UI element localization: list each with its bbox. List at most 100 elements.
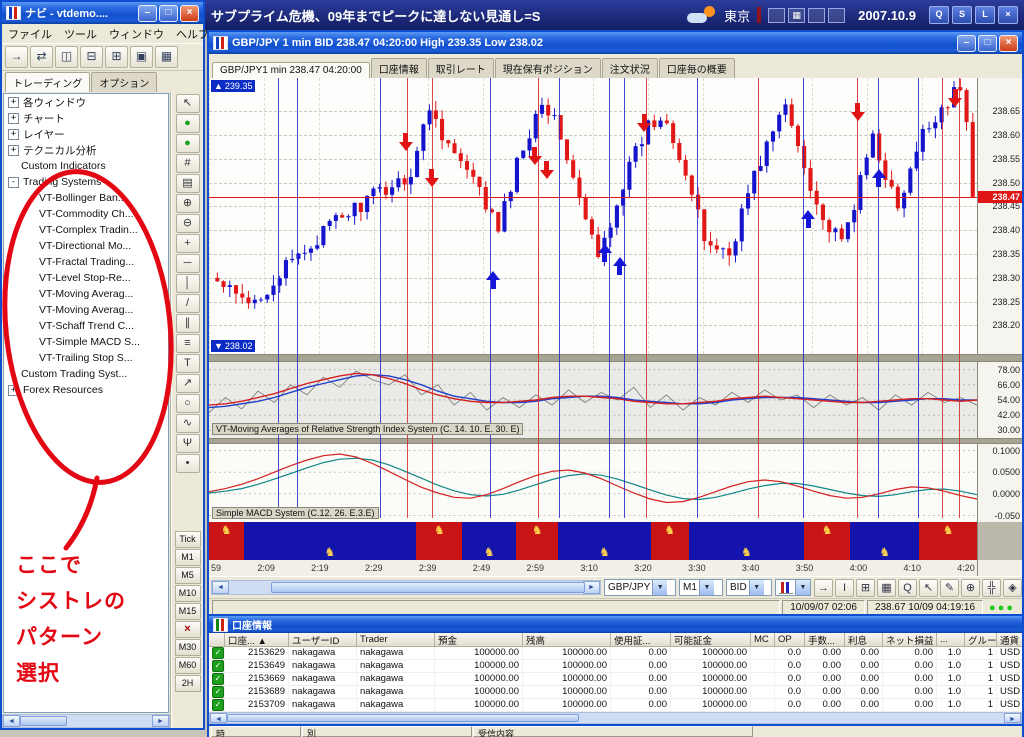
checkbox-checked-icon[interactable]: ✓ [212,686,224,698]
row-select-cell[interactable]: ✓ [209,647,225,659]
account-row[interactable]: ✓ 2153649 nakagawa nakagawa 100000.00 100000.… [209,660,1022,673]
chevron-down-icon[interactable]: ▼ [652,580,668,595]
quote-b-icon[interactable]: ● [175,134,200,153]
tree-item[interactable]: VT-Moving Averag... [4,286,168,302]
crosshair-icon[interactable]: + [175,234,200,253]
tree-expander-icon[interactable]: + [8,96,19,108]
ticker-square-button[interactable]: ▦ [788,7,806,23]
tree-expander-icon[interactable]: + [8,112,19,124]
crosshair-mode-icon[interactable]: ╬ [982,578,1001,597]
minimize-button[interactable]: – [138,4,157,22]
tree-expander-icon[interactable]: + [8,144,19,156]
ticker-square-button[interactable] [828,7,846,23]
zoom-mode-icon[interactable]: Q [898,578,917,597]
row-select-cell[interactable]: ✓ [209,673,225,685]
scrollbar-thumb[interactable] [271,582,585,593]
account-row[interactable]: ✓ 2153669 nakagawa nakagawa 100000.00 100000.… [209,673,1022,686]
account-row[interactable]: ✓ 2153709 nakagawa nakagawa 100000.00 100000.… [209,699,1022,712]
layout-stack-icon[interactable]: ⊟ [80,46,103,68]
layout-split-icon[interactable]: ◫ [55,46,78,68]
row-select-cell[interactable]: ✓ [209,699,225,711]
tf-m5[interactable]: M5 [174,567,201,584]
chart-tab-4[interactable]: 注文状況 [601,58,658,78]
marker-icon[interactable]: • [175,454,200,473]
account-column-header[interactable]: 預金 [435,633,523,647]
account-column-header[interactable]: 通貨 [997,633,1022,647]
menu-item[interactable]: ファイル [2,24,58,44]
rsi-plot[interactable]: VT-Moving Averages of Relative Strength … [209,362,977,438]
news-column-header[interactable]: 受信内容 [473,726,753,737]
account-column-header[interactable]: OP [775,633,805,647]
tree-item[interactable]: VT-Simple MACD S... [4,334,168,350]
zigzag-icon[interactable]: ∿ [175,414,200,433]
row-select-cell[interactable]: ✓ [209,660,225,672]
scrollbar-track[interactable] [20,715,152,727]
template-icon[interactable]: ◈ [1003,578,1022,597]
account-row[interactable]: ✓ 2153629 nakagawa nakagawa 100000.00 100000.… [209,647,1022,660]
pointer-mode-icon[interactable]: ↖ [919,578,938,597]
menu-item[interactable]: ツール [58,24,103,44]
news-column-header[interactable]: 時 [211,726,301,737]
panel-separator[interactable] [209,354,1022,362]
trend-line-icon[interactable]: / [175,294,200,313]
tree-item[interactable]: VT-Fractal Trading... [4,254,168,270]
account-column-header[interactable]: グルー... [965,633,997,647]
checkbox-checked-icon[interactable]: ✓ [212,699,224,711]
tree-item[interactable]: - Trading Systems [4,174,168,190]
chevron-down-icon[interactable]: ▼ [748,580,764,595]
dock-icon[interactable]: → [5,46,28,68]
draw-mode-icon[interactable]: ✎ [940,578,959,597]
tree-item[interactable]: + チャート [4,110,168,126]
tf-m60[interactable]: M60 [174,657,201,674]
menu-item[interactable]: ウィンドウ [103,24,170,44]
scroll-to-end-icon[interactable]: → [814,578,833,597]
tree-item[interactable]: VT-Trailing Stop S... [4,350,168,366]
account-column-header[interactable]: MC [751,633,775,647]
tree-item[interactable]: + 各ウィンドウ [4,94,168,110]
account-column-header[interactable]: ネット損益 [883,633,937,647]
tf-m15[interactable]: M15 [174,603,201,620]
chart-type-combo[interactable]: ▼ [775,579,811,596]
pitchfork-icon[interactable]: Ψ [175,434,200,453]
sync-icon[interactable]: ⇄ [30,46,53,68]
account-row[interactable]: ✓ 2153689 nakagawa nakagawa 100000.00 100000.… [209,686,1022,699]
cascade-windows-icon[interactable]: ▣ [130,46,153,68]
tree-item[interactable]: VT-Schaff Trend C... [4,318,168,334]
account-column-header[interactable]: 使用証... [611,633,671,647]
symbol-combo[interactable]: GBP/JPY ▼ [604,579,676,596]
account-column-header[interactable]: 口座... ▲ [225,633,289,647]
zoom-out-icon[interactable]: ⊖ [175,214,200,233]
grid-icon[interactable]: # [175,154,200,173]
account-column-header[interactable]: 手数... [805,633,845,647]
tree-item[interactable]: VT-Directional Mo... [4,238,168,254]
restore-button[interactable]: □ [978,34,997,52]
quote-a-icon[interactable]: ● [175,114,200,133]
tree-item[interactable]: VT-Bollinger Ban... [4,190,168,206]
tree-item[interactable]: Custom Trading Syst... [4,366,168,382]
ticker-square-button[interactable] [808,7,826,23]
scroll-left-button[interactable]: ◄ [210,713,227,723]
chart-tab-2[interactable]: 取引レート [427,58,494,78]
chevron-down-icon[interactable]: ▼ [795,580,810,595]
chart-tab-1[interactable]: 口座情報 [370,58,427,78]
account-column-header[interactable]: 利息 [845,633,883,647]
news-column-header[interactable]: 別 [302,726,472,737]
account-column-header[interactable]: 残高 [523,633,611,647]
period-combo[interactable]: M1 ▼ [679,579,723,596]
scroll-left-button[interactable]: ◄ [3,715,20,727]
checkbox-checked-icon[interactable]: ✓ [212,660,224,672]
checkbox-checked-icon[interactable]: ✓ [212,647,224,659]
horizontal-line-icon[interactable]: ─ [175,254,200,273]
scrollbar-thumb[interactable] [20,716,67,726]
tf-m1[interactable]: M1 [174,549,201,566]
ticker-layout-button[interactable]: L [975,6,995,24]
zoom-in-icon[interactable]: ⊕ [175,194,200,213]
tree-item[interactable]: VT-Commodity Ch... [4,206,168,222]
scrollbar-track[interactable] [227,713,1004,723]
grid-toggle-icon[interactable]: ⊞ [856,578,875,597]
cursor-mode-icon[interactable]: I [835,578,854,597]
scrollbar-track[interactable] [229,581,585,594]
ticker-save-button[interactable]: S [952,6,972,24]
tree-expander-icon[interactable]: + [8,128,19,140]
account-column-header[interactable]: ユーザーID [289,633,357,647]
